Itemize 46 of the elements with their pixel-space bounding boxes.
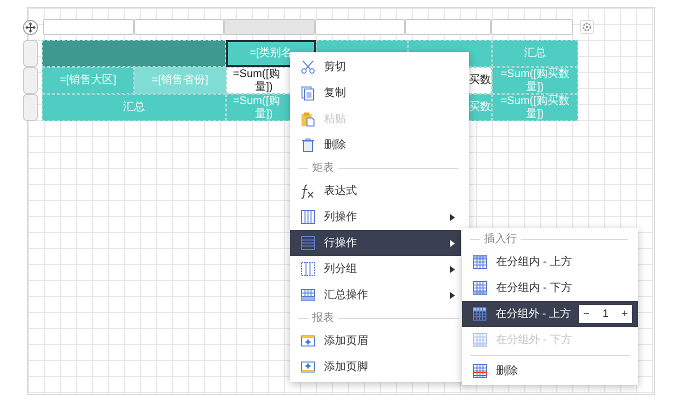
grid-insert-above-icon xyxy=(472,306,488,322)
menu-item[interactable]: 在分组内 - 下方 xyxy=(462,275,638,301)
number-stepper[interactable]: − 1 + xyxy=(579,305,632,323)
move-icon[interactable] xyxy=(23,20,38,35)
menu-item[interactable]: 在分组内 - 上方 xyxy=(462,249,638,275)
add-header-icon xyxy=(300,333,316,349)
column-handle[interactable] xyxy=(405,19,491,35)
menu-item[interactable]: 添加页脚 xyxy=(290,354,461,380)
section-label: 插入行 xyxy=(484,232,517,247)
columns-icon xyxy=(300,209,316,225)
rows-icon xyxy=(300,235,316,251)
grid-insert-below-icon xyxy=(472,332,488,348)
row-handle[interactable] xyxy=(23,67,38,94)
menu-item[interactable]: 删除 xyxy=(290,132,461,158)
copy-icon xyxy=(300,85,316,101)
stepper-value: 1 xyxy=(602,306,609,322)
menu-item[interactable]: 行操作 xyxy=(290,230,461,256)
section-label: 矩表 xyxy=(312,160,334,176)
settings-icon[interactable] xyxy=(580,20,594,34)
summary-grid-icon xyxy=(300,287,316,303)
decrement-button[interactable]: − xyxy=(583,306,590,322)
scissors-icon xyxy=(300,59,316,75)
menu-item[interactable]: 表达式 xyxy=(290,178,461,204)
column-handle[interactable] xyxy=(43,19,134,35)
column-handle[interactable] xyxy=(134,19,224,35)
add-footer-icon xyxy=(300,359,316,375)
section-label: 报表 xyxy=(312,310,334,326)
column-handle[interactable] xyxy=(315,19,405,35)
row-handle[interactable] xyxy=(23,40,38,67)
menu-item[interactable]: 添加页眉 xyxy=(290,328,461,354)
clipboard-icon xyxy=(300,111,316,127)
row-handle[interactable] xyxy=(23,94,38,121)
grid-insert-above-icon xyxy=(472,254,488,270)
trash-icon xyxy=(300,137,316,153)
menu-item[interactable]: 列分组 xyxy=(290,256,461,282)
menu-item[interactable]: 删除 xyxy=(462,358,638,384)
grid-insert-below-icon xyxy=(472,280,488,296)
menu-item[interactable]: 汇总操作 xyxy=(290,282,461,308)
column-handle[interactable] xyxy=(224,19,315,35)
menu-item[interactable]: 在分组外 - 上方 − 1 + xyxy=(462,301,638,327)
column-group-icon xyxy=(300,261,316,277)
increment-button[interactable]: + xyxy=(622,306,628,322)
grid-delete-row-icon xyxy=(472,363,488,379)
column-handle[interactable] xyxy=(491,19,573,35)
menu-item[interactable]: 列操作 xyxy=(290,204,461,230)
function-icon xyxy=(300,183,316,199)
